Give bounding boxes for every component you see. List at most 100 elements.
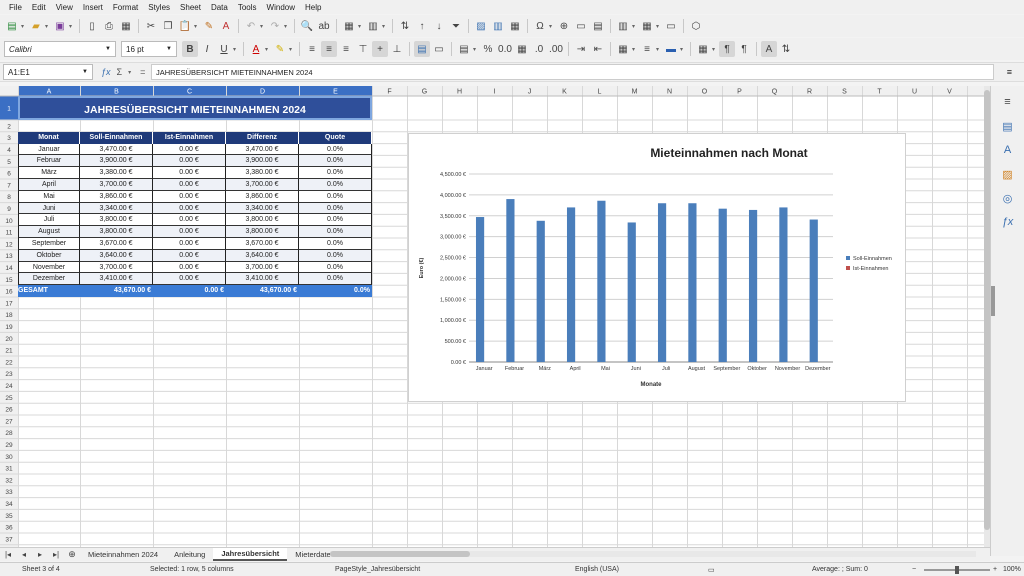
value-cell[interactable]: 0.0% <box>299 238 372 250</box>
value-cell[interactable]: 0.0% <box>299 167 372 179</box>
value-cell[interactable]: 0.0% <box>299 273 372 286</box>
row-header-26[interactable]: 26 <box>5 407 13 414</box>
italic-icon[interactable]: I <box>199 41 215 57</box>
value-cell[interactable]: 0.00 € <box>153 179 226 191</box>
value-cell[interactable]: 3,700.00 € <box>226 179 299 191</box>
special-character-icon[interactable]: Ω <box>532 18 548 34</box>
row-header-33[interactable]: 33 <box>5 489 13 496</box>
sort-descending-icon[interactable]: ↓ <box>431 18 447 34</box>
vertical-text-icon[interactable]: ⇅ <box>778 41 794 57</box>
spelling-icon[interactable]: ab <box>316 18 332 34</box>
menu-window[interactable]: Window <box>262 3 300 12</box>
title-cell[interactable]: JAHRESÜBERSICHT MIETEINNAHMEN 2024 <box>18 96 372 120</box>
menu-sheet[interactable]: Sheet <box>175 3 206 12</box>
align-right-icon[interactable]: ≡ <box>338 41 354 57</box>
total-cell[interactable]: GESAMT <box>18 285 80 297</box>
align-center-icon[interactable]: ≡ <box>321 41 337 57</box>
pivot-table-icon[interactable]: ▦ <box>507 18 523 34</box>
value-cell[interactable]: 0.00 € <box>153 238 226 250</box>
highlight-color-icon[interactable]: ✎ <box>272 41 288 57</box>
name-box[interactable]: A1:E1 ▼ <box>3 64 93 80</box>
header-cell[interactable]: Monat <box>18 131 80 144</box>
month-cell[interactable]: Dezember <box>18 273 80 286</box>
month-cell[interactable]: Mai <box>18 190 80 203</box>
menu-edit[interactable]: Edit <box>27 3 51 12</box>
value-cell[interactable]: 0.00 € <box>153 273 226 286</box>
month-cell[interactable]: November <box>18 261 80 274</box>
menu-file[interactable]: File <box>4 3 27 12</box>
column-header-D[interactable]: D <box>260 89 265 96</box>
headers-footers-icon[interactable]: ▤ <box>590 18 606 34</box>
value-cell[interactable]: 0.0% <box>299 249 372 262</box>
sidebar-grip[interactable] <box>991 286 995 316</box>
wrap-text-icon[interactable]: ▤ <box>414 41 430 57</box>
column-header-H[interactable]: H <box>457 89 462 96</box>
export-pdf-icon[interactable]: ▯ <box>84 18 100 34</box>
value-cell[interactable]: 0.00 € <box>153 226 226 238</box>
align-bottom-icon[interactable]: ⊥ <box>389 41 405 57</box>
sheet-tab-jahresübersicht[interactable]: Jahresübersicht <box>213 548 288 561</box>
freeze-rows-columns-icon[interactable]: ▦ <box>639 18 655 34</box>
value-cell[interactable]: 3,470.00 € <box>80 143 153 156</box>
row-header-3[interactable]: 3 <box>7 135 11 142</box>
row-header-9[interactable]: 9 <box>7 206 11 213</box>
row-header-32[interactable]: 32 <box>5 477 13 484</box>
row-header-28[interactable]: 28 <box>5 430 13 437</box>
value-cell[interactable]: 3,340.00 € <box>226 202 299 215</box>
column-header-R[interactable]: R <box>807 89 812 96</box>
column-header-N[interactable]: N <box>667 89 672 96</box>
value-cell[interactable]: 3,800.00 € <box>226 214 299 227</box>
clone-formatting-icon[interactable]: ✎ <box>201 18 217 34</box>
header-cell[interactable]: Soll-Einnahmen <box>80 131 153 144</box>
new-document-icon[interactable]: ▤ <box>4 18 20 34</box>
value-cell[interactable]: 3,380.00 € <box>226 167 299 179</box>
hyperlink-icon[interactable]: ⊕ <box>556 18 572 34</box>
horizontal-scrollbar[interactable] <box>330 551 976 557</box>
month-cell[interactable]: Februar <box>18 155 80 168</box>
last-sheet-icon[interactable]: ▸| <box>48 547 64 563</box>
row-header-35[interactable]: 35 <box>5 513 13 520</box>
column-header-L[interactable]: L <box>598 89 602 96</box>
value-cell[interactable]: 0.00 € <box>153 167 226 179</box>
bold-icon[interactable]: B <box>182 41 198 57</box>
month-cell[interactable]: April <box>18 179 80 191</box>
styles-icon[interactable]: A <box>999 142 1017 158</box>
menu-insert[interactable]: Insert <box>78 3 108 12</box>
value-cell[interactable]: 3,700.00 € <box>80 179 153 191</box>
clear-formatting-icon[interactable]: A <box>218 18 234 34</box>
sheet-tab-anleitung[interactable]: Anleitung <box>166 548 213 561</box>
border-style-icon[interactable]: ≡ <box>639 41 655 57</box>
month-cell[interactable]: Januar <box>18 143 80 156</box>
value-cell[interactable]: 3,670.00 € <box>80 238 153 250</box>
cut-icon[interactable]: ✂ <box>143 18 159 34</box>
value-cell[interactable]: 3,410.00 € <box>80 273 153 286</box>
value-cell[interactable]: 0.00 € <box>153 214 226 227</box>
menu-styles[interactable]: Styles <box>143 3 175 12</box>
insert-image-icon[interactable]: ▨ <box>473 18 489 34</box>
value-cell[interactable]: 3,700.00 € <box>80 261 153 274</box>
row-header-15[interactable]: 15 <box>5 277 13 284</box>
column-header-V[interactable]: V <box>947 89 952 96</box>
redo-icon[interactable]: ↷ <box>267 18 283 34</box>
column-header-A[interactable]: A <box>47 89 52 96</box>
value-cell[interactable]: 0.0% <box>299 190 372 203</box>
month-cell[interactable]: Juli <box>18 214 80 227</box>
zoom-slider[interactable] <box>924 566 990 574</box>
functions-icon[interactable]: ƒx <box>999 214 1017 230</box>
value-cell[interactable]: 0.00 € <box>153 261 226 274</box>
row-header-21[interactable]: 21 <box>5 348 13 355</box>
total-cell[interactable]: 43,670.00 € <box>80 285 153 297</box>
selection-mode-icon[interactable]: ▭ <box>708 566 715 574</box>
total-cell[interactable]: 43,670.00 € <box>226 285 299 297</box>
page-style[interactable]: PageStyle_Jahresübersicht <box>335 566 420 573</box>
previous-sheet-icon[interactable]: ◂ <box>16 547 32 563</box>
equals-icon[interactable]: = <box>140 67 145 77</box>
next-sheet-icon[interactable]: ▸ <box>32 547 48 563</box>
font-color-icon[interactable]: A <box>248 41 264 57</box>
add-sheet-icon[interactable]: ⊕ <box>64 547 80 563</box>
value-cell[interactable]: 0.0% <box>299 226 372 238</box>
menu-view[interactable]: View <box>51 3 78 12</box>
column-header-J[interactable]: J <box>528 89 532 96</box>
print-icon[interactable]: ⎙ <box>101 18 117 34</box>
sheet-tab-mieteinnahmen-2024[interactable]: Mieteinnahmen 2024 <box>80 548 166 561</box>
